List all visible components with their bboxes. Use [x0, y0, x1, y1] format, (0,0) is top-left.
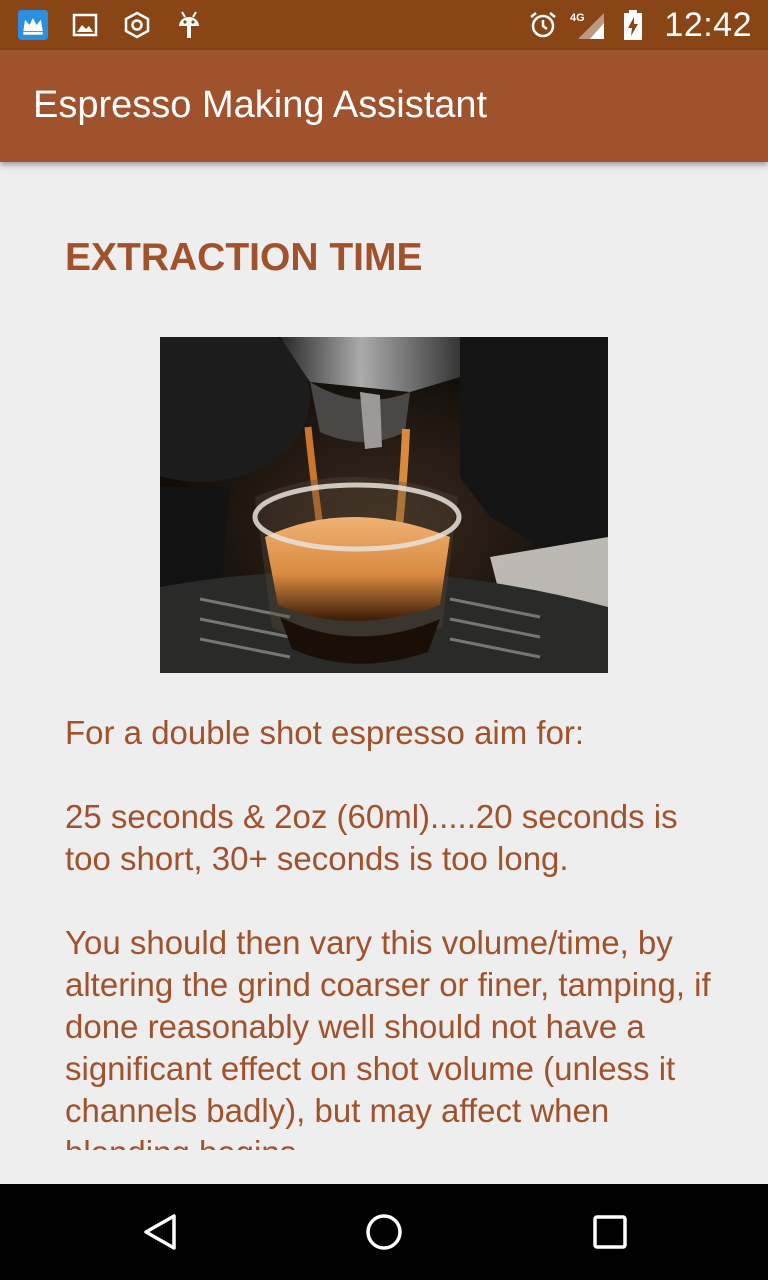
paragraph: You should then vary this volume/time, b…	[65, 924, 711, 1150]
android-debug-icon	[174, 10, 204, 40]
app-bar: Espresso Making Assistant	[0, 50, 768, 162]
status-clock: 12:42	[664, 5, 752, 44]
espresso-shot-photo	[160, 337, 608, 673]
back-icon[interactable]	[140, 1212, 180, 1252]
status-bar: 4G 12:42	[0, 0, 768, 50]
network-label: 4G	[570, 12, 585, 24]
content-scroll-area[interactable]: EXTRACTION TIME For a double shot espres…	[0, 162, 768, 1150]
image-icon	[70, 10, 100, 40]
crown-app-icon	[18, 10, 48, 40]
alarm-icon	[528, 10, 558, 40]
recents-icon[interactable]	[590, 1212, 630, 1252]
section-heading: EXTRACTION TIME	[65, 236, 423, 279]
battery-charging-icon	[618, 10, 648, 40]
settings-hex-icon	[122, 10, 152, 40]
paragraph: 25 seconds & 2oz (60ml).....20 seconds i…	[65, 798, 678, 877]
paragraph: For a double shot espresso aim for:	[65, 714, 585, 751]
system-icons: 4G 12:42	[528, 6, 752, 44]
navigation-bar	[0, 1184, 768, 1280]
notification-icons	[18, 8, 204, 42]
signal-4g-icon: 4G	[570, 10, 606, 40]
app-title: Espresso Making Assistant	[33, 84, 488, 126]
body-text: For a double shot espresso aim for: 25 s…	[65, 712, 725, 1150]
home-icon[interactable]	[364, 1212, 404, 1252]
